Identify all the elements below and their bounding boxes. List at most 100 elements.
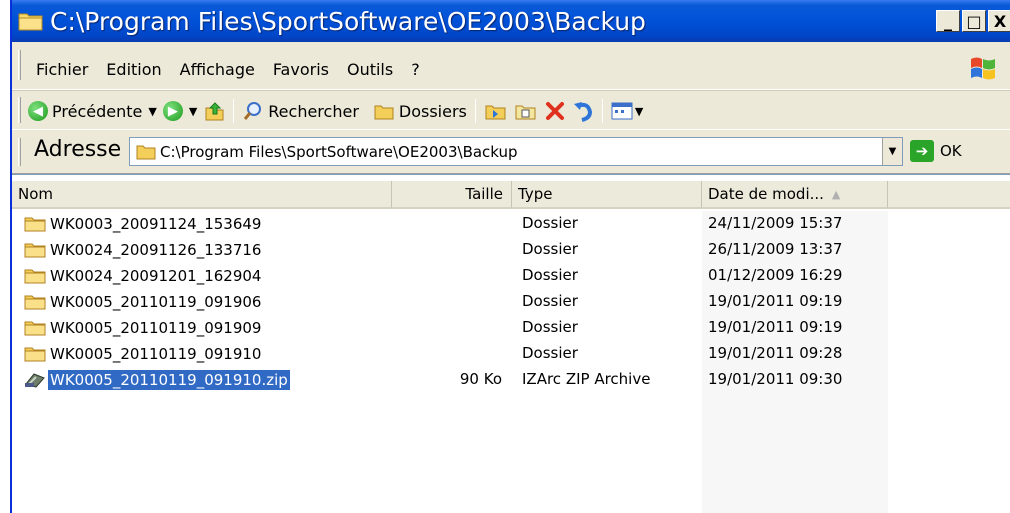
list-item[interactable]: WK0005_20110119_091909 Dossier 19/01/201…: [12, 315, 1010, 341]
file-date: 19/01/2011 09:19: [708, 318, 843, 336]
column-type-label: Type: [518, 185, 553, 203]
folder-icon: [24, 346, 46, 362]
go-button[interactable]: ➔ OK: [910, 140, 962, 162]
list-item-selected[interactable]: WK0005_20110119_091910.zip 90 Ko IZArc Z…: [12, 367, 1010, 393]
address-value: C:\Program Files\SportSoftware\OE2003\Ba…: [160, 142, 518, 161]
address-bar: Adresse C:\Program Files\SportSoftware\O…: [12, 130, 1010, 174]
minimize-button[interactable]: _: [936, 10, 960, 32]
address-input[interactable]: C:\Program Files\SportSoftware\OE2003\Ba…: [129, 137, 903, 166]
search-button[interactable]: Rechercher: [242, 100, 359, 122]
file-name: WK0005_20110119_091906: [50, 293, 262, 311]
address-dropdown-button[interactable]: ▼: [882, 138, 902, 165]
folders-icon: [373, 100, 395, 122]
file-rows: WK0003_20091124_153649 Dossier 24/11/200…: [12, 211, 1010, 393]
forward-arrow-icon[interactable]: ▶: [162, 101, 183, 121]
column-size-label: Taille: [465, 185, 503, 203]
file-date: 19/01/2011 09:28: [708, 344, 843, 362]
explorer-window: C:\Program Files\SportSoftware\OE2003\Ba…: [10, 0, 1010, 513]
views-icon[interactable]: [611, 101, 633, 121]
copy-to-icon[interactable]: [514, 100, 538, 122]
menu-edition[interactable]: Edition: [97, 60, 170, 79]
file-type: Dossier: [522, 318, 578, 336]
close-icon: X: [993, 11, 1007, 31]
back-button[interactable]: ◀ Précédente: [28, 101, 142, 121]
file-size: 90 Ko: [459, 370, 502, 388]
file-name: WK0003_20091124_153649: [50, 215, 262, 233]
views-dropdown-icon[interactable]: ▼: [635, 105, 643, 118]
move-to-icon[interactable]: [484, 100, 508, 122]
maximize-icon: □: [966, 11, 982, 31]
delete-icon[interactable]: [544, 100, 566, 122]
list-item[interactable]: WK0003_20091124_153649 Dossier 24/11/200…: [12, 211, 1010, 237]
window-title: C:\Program Files\SportSoftware\OE2003\Ba…: [50, 6, 646, 36]
folder-icon: [18, 11, 44, 31]
column-header-name[interactable]: Nom: [12, 181, 392, 209]
search-icon: [242, 100, 264, 122]
folder-icon: [24, 216, 46, 232]
file-name: WK0005_20110119_091910: [50, 345, 262, 363]
toolbar-separator: [601, 99, 603, 123]
sort-ascending-icon: ▲: [831, 187, 841, 201]
list-item[interactable]: WK0024_20091201_162904 Dossier 01/12/200…: [12, 263, 1010, 289]
folder-icon: [24, 294, 46, 310]
toolbar-separator: [474, 99, 476, 123]
toolbar-grip[interactable]: [18, 50, 21, 80]
standard-toolbar: ◀ Précédente ▼ ▶ ▼ Rechercher Dossiers ▼: [12, 90, 1010, 130]
column-date-label: Date de modi...: [708, 185, 824, 203]
close-button[interactable]: X: [988, 10, 1010, 32]
search-label: Rechercher: [268, 101, 359, 121]
file-type: Dossier: [522, 214, 578, 232]
toolbar-grip[interactable]: [18, 138, 21, 166]
windows-logo-icon: [968, 54, 998, 80]
list-item[interactable]: WK0005_20110119_091906 Dossier 19/01/201…: [12, 289, 1010, 315]
go-arrow-icon: ➔: [910, 140, 934, 162]
toolbar-separator: [233, 99, 235, 123]
menu-favoris[interactable]: Favoris: [264, 60, 338, 79]
back-dropdown-icon[interactable]: ▼: [148, 105, 156, 118]
go-label: OK: [940, 142, 962, 160]
maximize-button[interactable]: □: [962, 10, 986, 32]
column-headers: Nom Taille Type Date de modi... ▲: [12, 181, 1010, 209]
file-date: 19/01/2011 09:30: [708, 370, 843, 388]
folders-label: Dossiers: [398, 101, 467, 121]
file-type: Dossier: [522, 292, 578, 310]
file-date: 26/11/2009 13:37: [708, 240, 843, 258]
file-date: 19/01/2011 09:19: [708, 292, 843, 310]
folder-icon: [136, 144, 156, 160]
list-item[interactable]: WK0005_20110119_091910 Dossier 19/01/201…: [12, 341, 1010, 367]
minimize-icon: _: [944, 11, 952, 31]
menu-bar: Fichier Edition Affichage Favoris Outils…: [12, 42, 1010, 90]
file-date: 24/11/2009 15:37: [708, 214, 843, 232]
file-name: WK0005_20110119_091910.zip: [48, 370, 290, 390]
menu-fichier[interactable]: Fichier: [32, 60, 97, 79]
column-header-date[interactable]: Date de modi... ▲: [702, 181, 888, 209]
folder-icon: [24, 242, 46, 258]
file-name: WK0024_20091201_162904: [50, 267, 262, 285]
file-type: Dossier: [522, 344, 578, 362]
menu-help[interactable]: ?: [402, 60, 429, 79]
file-name: WK0024_20091126_133716: [50, 241, 262, 259]
forward-dropdown-icon[interactable]: ▼: [189, 105, 197, 118]
menu-affichage[interactable]: Affichage: [171, 60, 264, 79]
file-name: WK0005_20110119_091909: [50, 319, 262, 337]
file-type: Dossier: [522, 240, 578, 258]
file-type: Dossier: [522, 266, 578, 284]
folders-button[interactable]: Dossiers: [373, 100, 467, 122]
zip-archive-icon: [24, 372, 46, 388]
up-folder-icon[interactable]: [203, 100, 225, 122]
list-item[interactable]: WK0024_20091126_133716 Dossier 26/11/200…: [12, 237, 1010, 263]
column-header-filler: [888, 181, 1010, 209]
address-label: Adresse: [34, 137, 122, 162]
column-header-type[interactable]: Type: [512, 181, 702, 209]
toolbar-grip[interactable]: [18, 97, 21, 123]
undo-icon[interactable]: [572, 100, 594, 122]
file-type: IZArc ZIP Archive: [522, 370, 651, 388]
column-header-size[interactable]: Taille: [392, 181, 512, 209]
title-bar[interactable]: C:\Program Files\SportSoftware\OE2003\Ba…: [12, 0, 1010, 42]
folder-icon: [24, 320, 46, 336]
file-date: 01/12/2009 16:29: [708, 266, 843, 284]
menu-outils[interactable]: Outils: [338, 60, 402, 79]
back-arrow-icon: ◀: [28, 101, 48, 121]
back-label: Précédente: [52, 101, 143, 121]
file-list[interactable]: Nom Taille Type Date de modi... ▲ WK0003: [12, 174, 1010, 513]
